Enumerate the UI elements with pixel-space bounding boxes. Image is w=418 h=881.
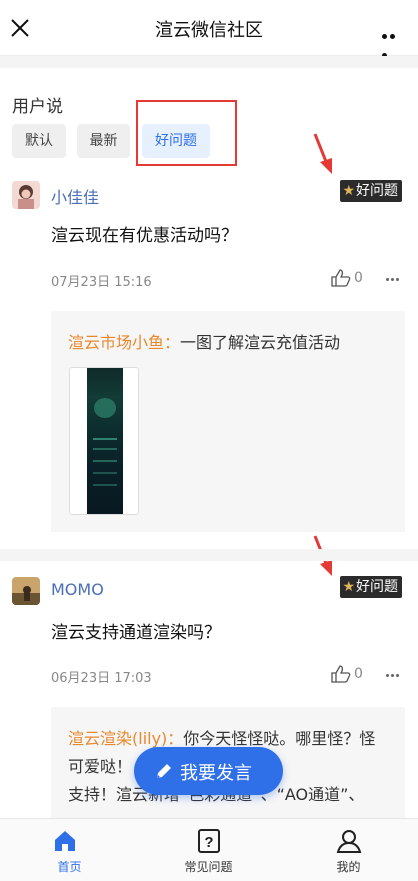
arrow-icon: [313, 133, 332, 174]
avatar[interactable]: [12, 181, 40, 209]
thumb-up-icon[interactable]: [331, 665, 351, 683]
badge-label: 好问题: [356, 183, 398, 199]
more-icon[interactable]: [382, 24, 404, 58]
help-icon: ?: [198, 829, 220, 853]
star-icon: ★: [342, 579, 355, 595]
like-count: 0: [354, 270, 363, 286]
user-icon: [336, 830, 362, 853]
ellipsis-icon[interactable]: [386, 278, 402, 282]
title-bar: 渲云微信社区: [0, 0, 418, 58]
good-question-badge: ★好问题: [340, 576, 402, 598]
post-time: 06月23日 17:03: [51, 671, 152, 686]
page-title: 渲云微信社区: [155, 20, 263, 41]
post-time: 07月23日 15:16: [51, 275, 152, 290]
reply-box[interactable]: 渲云市场小鱼：一图了解渲云充值活动: [51, 311, 405, 532]
username[interactable]: MOMO: [51, 580, 104, 599]
bottom-tab-bar: 首页 ? 常见问题 我的: [0, 818, 418, 881]
filter-latest[interactable]: 最新: [77, 124, 130, 158]
reply-author[interactable]: 渲云渲染(lily)：: [68, 729, 183, 748]
username[interactable]: 小佳佳: [51, 184, 99, 208]
post-divider: [0, 549, 418, 561]
star-icon: ★: [342, 183, 355, 199]
ellipsis-icon[interactable]: [386, 674, 402, 678]
reply-author[interactable]: 渲云市场小鱼：: [68, 333, 180, 352]
avatar[interactable]: [12, 577, 40, 605]
reply-image[interactable]: [69, 367, 139, 515]
filter-default[interactable]: 默认: [12, 124, 66, 158]
post-comment-button[interactable]: 我要发言: [134, 747, 283, 795]
post-question[interactable]: 渲云现在有优惠活动吗？: [51, 221, 238, 246]
pen-icon: [157, 764, 171, 778]
good-question-badge: ★好问题: [340, 180, 402, 202]
section-title: 用户说: [12, 97, 63, 117]
home-icon: [55, 831, 75, 851]
badge-label: 好问题: [356, 579, 398, 595]
thumb-up-icon[interactable]: [331, 269, 351, 287]
tab-faq-label: 常见问题: [184, 860, 233, 874]
tab-home-label: 首页: [57, 860, 82, 874]
tab-profile[interactable]: 我的: [279, 819, 418, 881]
like-count: 0: [354, 666, 363, 682]
post-question[interactable]: 渲云支持通道渲染吗？: [51, 618, 221, 643]
tab-home[interactable]: 首页: [0, 819, 139, 881]
header-gap: [0, 56, 418, 68]
svg-text:?: ?: [204, 834, 213, 851]
tab-profile-label: 我的: [336, 860, 361, 874]
fab-label: 我要发言: [180, 763, 252, 784]
tab-faq[interactable]: ? 常见问题: [139, 819, 278, 881]
reply-text: 渲云市场小鱼：一图了解渲云充值活动: [68, 333, 341, 352]
highlight-annotation: [136, 100, 237, 166]
